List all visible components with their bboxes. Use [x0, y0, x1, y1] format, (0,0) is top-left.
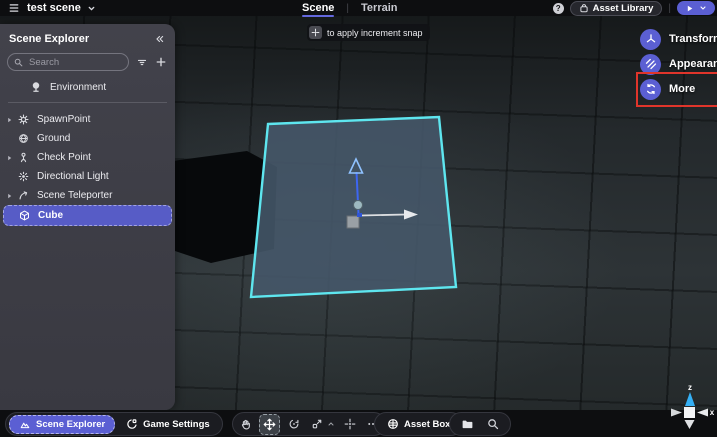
- play-button[interactable]: [677, 1, 715, 15]
- tab-scene[interactable]: Scene: [300, 2, 336, 14]
- bottom-tab-label: Scene Explorer: [36, 419, 105, 430]
- scene-title[interactable]: test scene: [27, 2, 81, 14]
- search-input[interactable]: [27, 56, 101, 69]
- tab-terrain[interactable]: Terrain: [359, 2, 399, 14]
- axis-center-cube: [684, 407, 695, 418]
- teleport-icon: [15, 190, 31, 201]
- viewport-tools-group: [232, 412, 386, 436]
- scale-tool-icon[interactable]: [307, 415, 326, 434]
- axis-z-arrow: [685, 392, 695, 406]
- tab-separator: |: [346, 3, 349, 14]
- scene-title-chevron-icon[interactable]: [87, 4, 96, 13]
- play-icon: [685, 4, 694, 13]
- bottom-tab-game-settings[interactable]: Game Settings: [117, 416, 219, 433]
- axis-z-label: z: [688, 383, 692, 392]
- more-label: More: [669, 83, 695, 95]
- more-button[interactable]: More: [640, 78, 695, 100]
- sidebar-item-cube[interactable]: Cube: [3, 205, 172, 226]
- bottom-tab-scene-explorer[interactable]: Scene Explorer: [9, 415, 115, 434]
- rotate-tool-icon[interactable]: [284, 415, 303, 434]
- help-icon[interactable]: ?: [553, 3, 564, 14]
- environment-icon: [30, 81, 42, 93]
- sidebar-item-scene-teleporter[interactable]: Scene Teleporter: [3, 186, 172, 205]
- asset-box-button[interactable]: Asset Box: [378, 416, 459, 433]
- search-icon: [14, 58, 23, 67]
- sidebar-item-checkpoint[interactable]: Check Point: [3, 148, 172, 167]
- bag-icon: [579, 3, 589, 13]
- play-options-chevron-icon[interactable]: [699, 4, 707, 12]
- panel-tabs-group: Scene Explorer Game Settings: [5, 412, 223, 436]
- transform-button[interactable]: Transform: [640, 28, 717, 50]
- appearance-icon: [640, 54, 661, 75]
- sidebar-item-directional-light[interactable]: Directional Light: [3, 167, 172, 186]
- cube-icon: [16, 210, 32, 221]
- item-label: Cube: [38, 210, 63, 221]
- item-label: Ground: [37, 133, 70, 144]
- caret-right-icon[interactable]: [3, 192, 15, 200]
- more-icon: [640, 79, 661, 100]
- axis-x-arrow: [697, 409, 708, 417]
- axis-neg-z-arrow: [685, 420, 695, 429]
- sidebar-item-ground[interactable]: Ground: [3, 129, 172, 148]
- gear-icon: [15, 114, 31, 125]
- sun-icon: [15, 171, 31, 182]
- filter-icon[interactable]: [136, 57, 148, 68]
- panel-title: Scene Explorer: [9, 33, 89, 45]
- snap-key-icon: [309, 26, 322, 39]
- tooltip-text: to apply increment snap: [327, 28, 423, 38]
- menu-icon[interactable]: [8, 3, 20, 13]
- axis-orientation-gizmo[interactable]: z x: [660, 381, 716, 435]
- scene-explorer-panel: Scene Explorer Environment: [0, 24, 175, 410]
- environment-label: Environment: [50, 82, 106, 93]
- sidebar-item-spawnpoint[interactable]: SpawnPoint: [3, 110, 172, 129]
- snap-tool-icon[interactable]: [340, 415, 359, 434]
- top-bar: test scene Scene | Terrain ? Asset Libra…: [0, 0, 717, 16]
- axis-x-label: x: [710, 408, 715, 417]
- increment-snap-tooltip: to apply increment snap: [307, 24, 430, 41]
- appearance-button[interactable]: Appearance: [640, 53, 717, 75]
- transform-label: Transform: [669, 33, 717, 45]
- checkpoint-icon: [15, 152, 31, 163]
- topbar-separator: |: [668, 3, 671, 14]
- divider: [8, 102, 167, 103]
- item-label: Directional Light: [37, 171, 109, 182]
- asset-library-label: Asset Library: [593, 3, 654, 14]
- asset-search-icon[interactable]: [483, 415, 502, 434]
- settings-dial-icon: [126, 418, 138, 430]
- item-label: Scene Teleporter: [37, 190, 112, 201]
- move-tool-icon[interactable]: [259, 414, 280, 435]
- add-icon[interactable]: [155, 56, 167, 68]
- caret-right-icon[interactable]: [3, 116, 15, 124]
- mountain-icon: [19, 419, 31, 430]
- collapse-panel-icon[interactable]: [154, 34, 165, 44]
- asset-box-label: Asset Box: [404, 419, 450, 430]
- bottom-bar: Scene Explorer Game Settings: [0, 410, 717, 437]
- item-label: Check Point: [37, 152, 91, 163]
- search-input-wrap[interactable]: [7, 53, 129, 71]
- library-group: [449, 412, 511, 436]
- item-label: SpawnPoint: [37, 114, 90, 125]
- transform-icon: [640, 29, 661, 50]
- scale-tool-expand-chevron-icon[interactable]: [327, 420, 335, 428]
- globe-icon: [15, 133, 31, 144]
- caret-right-icon[interactable]: [3, 154, 15, 162]
- asset-library-button[interactable]: Asset Library: [570, 1, 663, 16]
- folder-icon[interactable]: [458, 415, 477, 434]
- environment-item[interactable]: Environment: [0, 71, 175, 100]
- axis-neg-x-arrow: [671, 409, 682, 417]
- appearance-label: Appearance: [669, 58, 717, 70]
- bottom-tab-label: Game Settings: [143, 419, 210, 430]
- asset-box-icon: [387, 418, 399, 430]
- hand-tool-icon[interactable]: [236, 415, 255, 434]
